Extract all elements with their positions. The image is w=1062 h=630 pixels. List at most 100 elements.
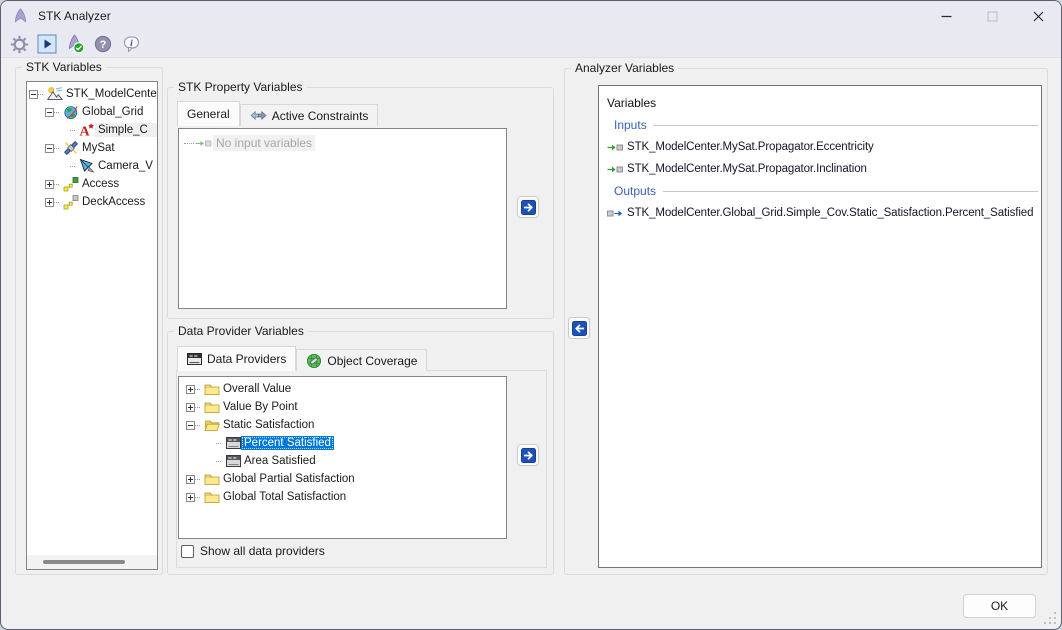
- analyzer-variables-group-title: Analyzer Variables: [571, 61, 678, 75]
- expand-toggle[interactable]: [45, 198, 54, 207]
- tree-item-simple-cov[interactable]: A Simple_C: [27, 121, 157, 139]
- add-property-variable-button[interactable]: [517, 196, 539, 218]
- ok-button[interactable]: OK: [963, 594, 1036, 618]
- close-button[interactable]: [1015, 1, 1061, 31]
- arrow-right-icon: [521, 200, 536, 215]
- tab-label: Data Providers: [207, 352, 286, 366]
- outputs-section-label: Outputs: [614, 184, 656, 198]
- maximize-icon: [987, 11, 998, 22]
- collapse-toggle[interactable]: [186, 421, 195, 430]
- tree-item-camera-view[interactable]: Camera_V: [27, 157, 157, 175]
- tree-item-area-satisfied[interactable]: Area Satisfied: [179, 452, 506, 470]
- empty-input-variables-item: No input variables: [179, 134, 506, 152]
- satellite-icon: [63, 140, 79, 156]
- scrollbar-thumb[interactable]: [43, 560, 125, 564]
- analyzer-variables-group: Analyzer Variables Variables Inputs STK_…: [564, 68, 1048, 575]
- app-logo-icon: [12, 8, 29, 25]
- input-variable-row[interactable]: STK_ModelCenter.MySat.Propagator.Inclina…: [607, 158, 1041, 180]
- coverage-globe-icon: [63, 104, 79, 120]
- expand-toggle[interactable]: [186, 475, 195, 484]
- tree-item-access[interactable]: Access: [27, 175, 157, 193]
- collapse-toggle[interactable]: [29, 90, 38, 99]
- variable-name: STK_ModelCenter.MySat.Propagator.Eccentr…: [627, 141, 874, 153]
- tree-item-mysat[interactable]: MySat: [27, 139, 157, 157]
- tree-item-global-grid[interactable]: Global_Grid: [27, 103, 157, 121]
- remove-variable-button[interactable]: [568, 317, 590, 339]
- folder-icon: [204, 399, 220, 415]
- expand-toggle[interactable]: [186, 385, 195, 394]
- tree-item-label: Area Satisfied: [241, 454, 319, 468]
- tab-label: General: [187, 107, 230, 121]
- tree-item-label: Camera_V: [95, 159, 156, 173]
- tree-item-global-total-satisfaction[interactable]: Global Total Satisfaction: [179, 488, 506, 506]
- analyzer-variables-list: Variables Inputs STK_ModelCenter.MySat.P…: [598, 85, 1042, 568]
- show-all-data-providers-row: Show all data providers: [181, 544, 325, 558]
- tab-label: Object Coverage: [327, 354, 417, 368]
- arrow-left-icon: [572, 321, 587, 336]
- settings-gear-icon[interactable]: [8, 33, 30, 55]
- tree-item-label: Global_Grid: [79, 105, 146, 119]
- about-info-icon[interactable]: i: [120, 33, 142, 55]
- empty-message: No input variables: [213, 135, 315, 151]
- tab-label: Active Constraints: [272, 109, 369, 123]
- tab-general[interactable]: General: [177, 101, 240, 126]
- tree-item-percent-satisfied[interactable]: Percent Satisfied: [179, 434, 506, 452]
- svg-text:i: i: [130, 39, 133, 49]
- window-title: STK Analyzer: [38, 9, 111, 23]
- svg-text:?: ?: [100, 39, 107, 51]
- input-variable-icon: [607, 139, 624, 155]
- figure-of-merit-icon: A: [79, 122, 95, 138]
- stk-variables-group: STK Variables STK_ModelCente: [15, 67, 163, 575]
- tree-item-deckaccess[interactable]: DeckAccess: [27, 193, 157, 211]
- transfer-arrows-icon: [250, 110, 267, 121]
- input-variable-row[interactable]: STK_ModelCenter.MySat.Propagator.Eccentr…: [607, 136, 1041, 158]
- tree-item-label: MySat: [79, 141, 118, 155]
- expand-toggle[interactable]: [45, 180, 54, 189]
- validate-check-icon[interactable]: [64, 33, 86, 55]
- run-play-icon[interactable]: [36, 33, 58, 55]
- report-icon: [187, 353, 202, 365]
- show-all-data-providers-checkbox[interactable]: [181, 545, 194, 558]
- tree-item-value-by-point[interactable]: Value By Point: [179, 398, 506, 416]
- tree-item-overall-value[interactable]: Overall Value: [179, 380, 506, 398]
- collapse-toggle[interactable]: [45, 108, 54, 117]
- stk-property-variables-group: STK Property Variables General Active Co…: [167, 87, 554, 319]
- input-variable-icon: [607, 161, 624, 177]
- arrow-right-icon: [521, 448, 536, 463]
- tab-object-coverage[interactable]: Object Coverage: [296, 349, 427, 371]
- ok-button-label: OK: [991, 599, 1008, 613]
- horizontal-scrollbar[interactable]: [27, 555, 157, 569]
- toolbar: ? i: [1, 31, 1061, 58]
- report-icon: [225, 435, 241, 451]
- stk-property-variables-group-title: STK Property Variables: [174, 80, 307, 94]
- expand-toggle[interactable]: [186, 403, 195, 412]
- inputs-section: Inputs: [607, 114, 1041, 136]
- tree-item-label: Overall Value: [220, 382, 294, 396]
- tree-item-static-satisfaction[interactable]: Static Satisfaction: [179, 416, 506, 434]
- tab-data-providers[interactable]: Data Providers: [177, 346, 296, 371]
- expand-toggle[interactable]: [186, 493, 195, 502]
- resize-grip[interactable]: [1044, 612, 1057, 625]
- folder-icon: [204, 489, 220, 505]
- tree-item-label: Value By Point: [220, 400, 301, 414]
- tab-active-constraints[interactable]: Active Constraints: [240, 104, 379, 126]
- collapse-toggle[interactable]: [45, 144, 54, 153]
- variable-name: STK_ModelCenter.Global_Grid.Simple_Cov.S…: [627, 207, 1033, 219]
- deck-access-icon: [63, 194, 79, 210]
- folder-open-icon: [204, 417, 220, 433]
- titlebar[interactable]: STK Analyzer: [1, 1, 1061, 31]
- property-variables-tree: No input variables: [178, 128, 507, 309]
- tree-item-label: Global Partial Satisfaction: [220, 472, 358, 486]
- input-variable-icon: [195, 135, 213, 151]
- add-data-provider-variable-button[interactable]: [517, 444, 539, 466]
- tree-item-global-partial-satisfaction[interactable]: Global Partial Satisfaction: [179, 470, 506, 488]
- tree-item-stk-modelcenter[interactable]: STK_ModelCente: [27, 85, 157, 103]
- folder-icon: [204, 471, 220, 487]
- output-variable-row[interactable]: STK_ModelCenter.Global_Grid.Simple_Cov.S…: [607, 202, 1041, 224]
- checkbox-label: Show all data providers: [200, 544, 325, 558]
- minimize-button[interactable]: [923, 1, 969, 31]
- help-question-icon[interactable]: ?: [92, 33, 114, 55]
- maximize-button: [969, 1, 1015, 31]
- scenario-icon: [47, 86, 63, 102]
- stk-analyzer-window: STK Analyzer: [0, 0, 1062, 630]
